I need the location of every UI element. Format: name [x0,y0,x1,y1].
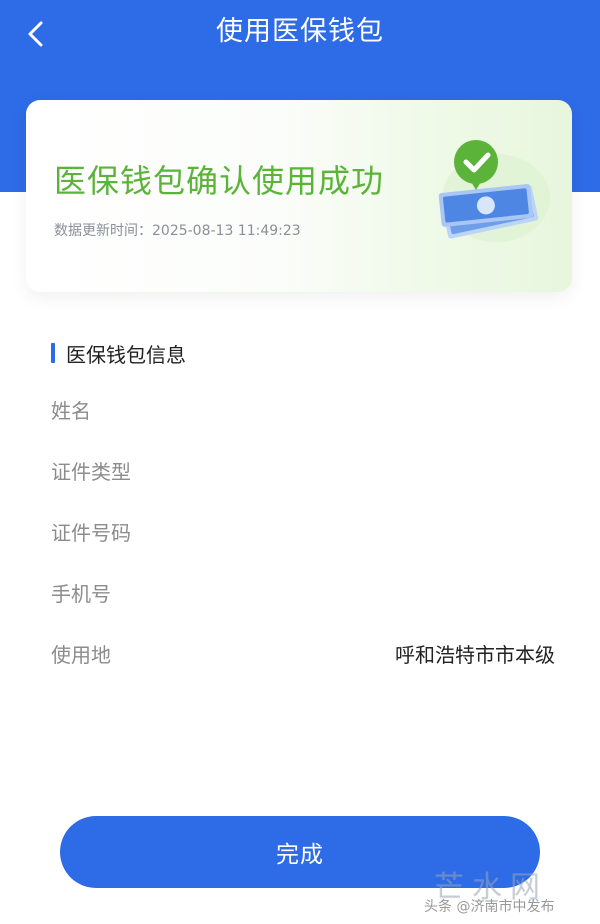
info-row-id-type: 证件类型 [51,455,555,485]
result-title: 医保钱包确认使用成功 [54,162,385,200]
info-label: 姓名 [51,398,91,423]
wallet-success-icon [438,140,550,242]
update-time: 数据更新时间：2025-08-13 11:49:23 [54,223,301,239]
info-row-phone: 手机号 [51,577,555,607]
page-title: 使用医保钱包 [216,16,384,47]
info-label: 证件号码 [51,520,131,545]
info-label: 手机号 [51,581,111,606]
watermark: 芒水网 头条 @济南市中发布 [424,862,600,924]
info-row-id-number: 证件号码 [51,516,555,546]
result-card: 医保钱包确认使用成功 数据更新时间：2025-08-13 11:49:23 [26,100,572,292]
info-label: 证件类型 [51,459,131,484]
info-label: 使用地 [51,642,111,667]
section-accent-bar [51,343,55,363]
info-value: 呼和浩特市市本级 [395,642,555,667]
watermark-caption: 头条 @济南市中发布 [424,899,555,915]
info-row-location: 使用地 呼和浩特市市本级 [51,638,555,668]
section-title: 医保钱包信息 [66,343,186,367]
info-row-name: 姓名 [51,394,555,424]
